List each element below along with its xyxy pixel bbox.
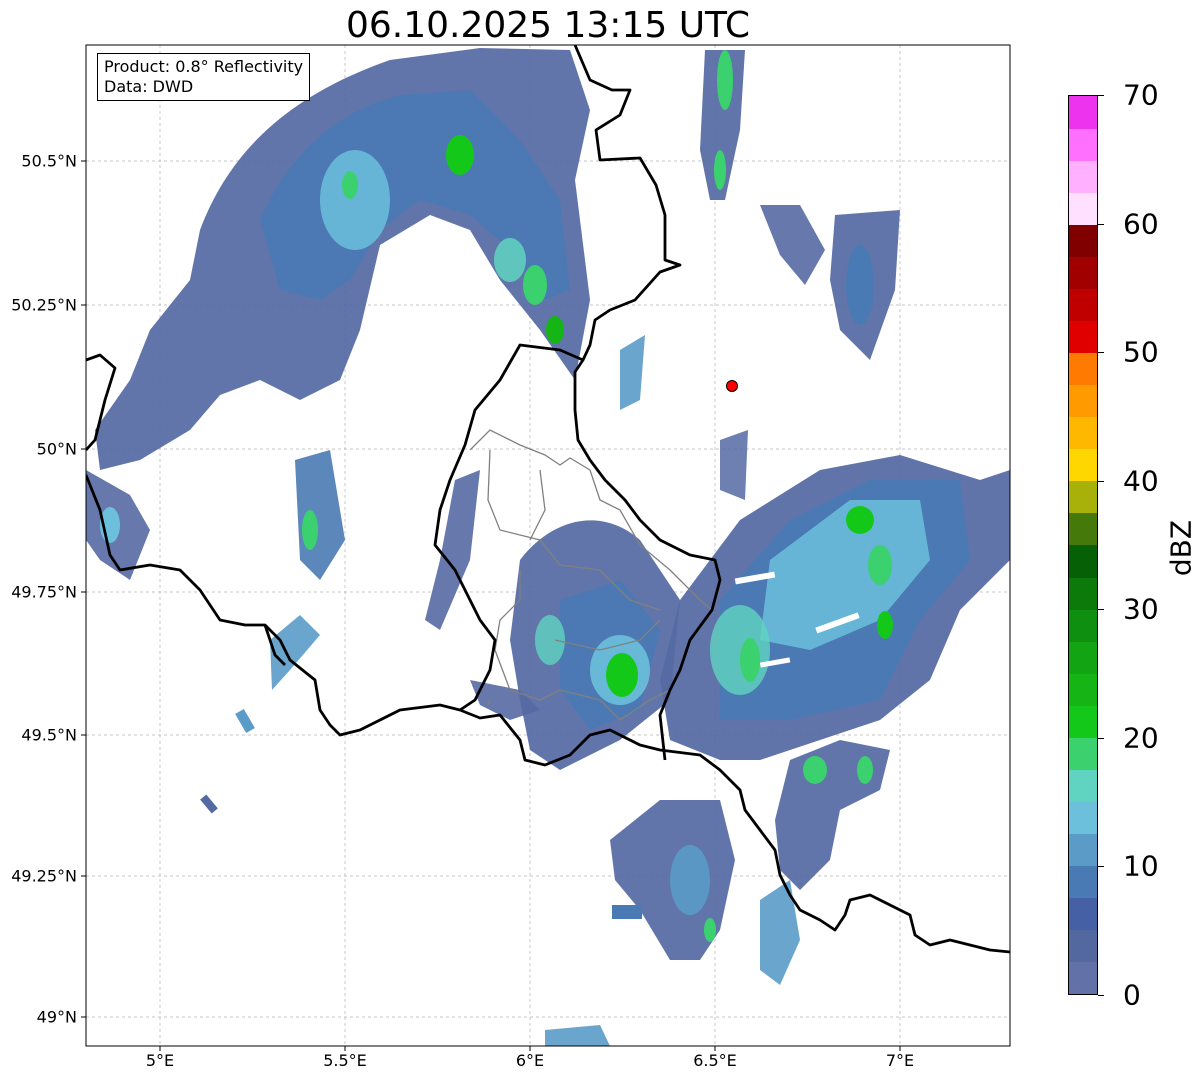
colorbar-tick-label: 10 [1123,849,1159,883]
lat-tick-label: 49.75°N [11,582,77,602]
lat-tick-label: 50.5°N [21,151,77,171]
colorbar-segment [1069,769,1097,803]
data-source-label: Data: DWD [104,77,194,96]
colorbar-tick-label: 70 [1123,78,1159,112]
colorbar-segment [1069,737,1097,770]
colorbar-tick-label: 30 [1123,592,1159,626]
colorbar-tick-label: 50 [1123,335,1159,369]
colorbar-tick-mark [1098,352,1104,354]
lat-tick-label: 50°N [36,439,77,459]
colorbar-tick-mark [1098,95,1104,96]
colorbar-segment [1069,705,1097,738]
colorbar-segment [1069,160,1097,193]
lon-tick-label: 5.5°E [323,1051,367,1070]
colorbar-segment [1069,512,1097,546]
colorbar-segment [1069,256,1097,289]
colorbar-tick-mark [1098,995,1104,996]
lon-tick-label: 6.5°E [693,1051,737,1070]
colorbar-tick-mark [1098,866,1104,868]
colorbar-segment [1069,929,1097,963]
product-info-box: Product: 0.8° Reflectivity Data: DWD [97,53,311,101]
colorbar-segment [1069,320,1097,354]
product-label: Product: 0.8° Reflectivity [104,57,304,76]
lat-tick-label: 49°N [36,1007,77,1027]
colorbar-tick-label: 60 [1123,207,1159,241]
colorbar-segment [1069,865,1097,899]
colorbar-segment [1069,448,1097,482]
lat-tick-label: 49.25°N [11,866,77,886]
colorbar-segment [1069,192,1097,225]
colorbar-segment [1069,96,1097,129]
colorbar-segment [1069,833,1097,867]
lat-tick-label: 49.5°N [21,725,77,745]
lon-tick-label: 5°E [145,1051,175,1070]
colorbar-segment [1069,641,1097,674]
radar-map [81,44,1011,1051]
radar-site-marker [726,380,738,392]
colorbar [1068,95,1098,995]
colorbar-segment [1069,577,1097,610]
colorbar-tick-label: 0 [1123,978,1141,1012]
lon-tick-label: 6°E [515,1051,545,1070]
colorbar-segment [1069,480,1097,514]
colorbar-segment [1069,288,1097,321]
colorbar-segment [1069,224,1097,257]
colorbar-segment [1069,384,1097,418]
colorbar-tick-mark [1098,737,1104,739]
colorbar-tick-label: 40 [1123,464,1159,498]
colorbar-unit-label: dBZ [1164,519,1198,577]
lon-tick-label: 7°E [885,1051,915,1070]
colorbar-segment [1069,416,1097,450]
colorbar-tick-mark [1098,609,1104,611]
colorbar-segment [1069,801,1097,835]
colorbar-tick-mark [1098,480,1104,482]
colorbar-segment [1069,609,1097,642]
colorbar-tick-label: 20 [1123,721,1159,755]
colorbar-segment [1069,673,1097,706]
colorbar-segment [1069,897,1097,931]
colorbar-segment [1069,545,1097,578]
colorbar-segment [1069,352,1097,386]
lat-tick-label: 50.25°N [11,295,77,315]
colorbar-segment [1069,128,1097,161]
colorbar-segment [1069,961,1097,995]
colorbar-tick-mark [1098,223,1104,225]
